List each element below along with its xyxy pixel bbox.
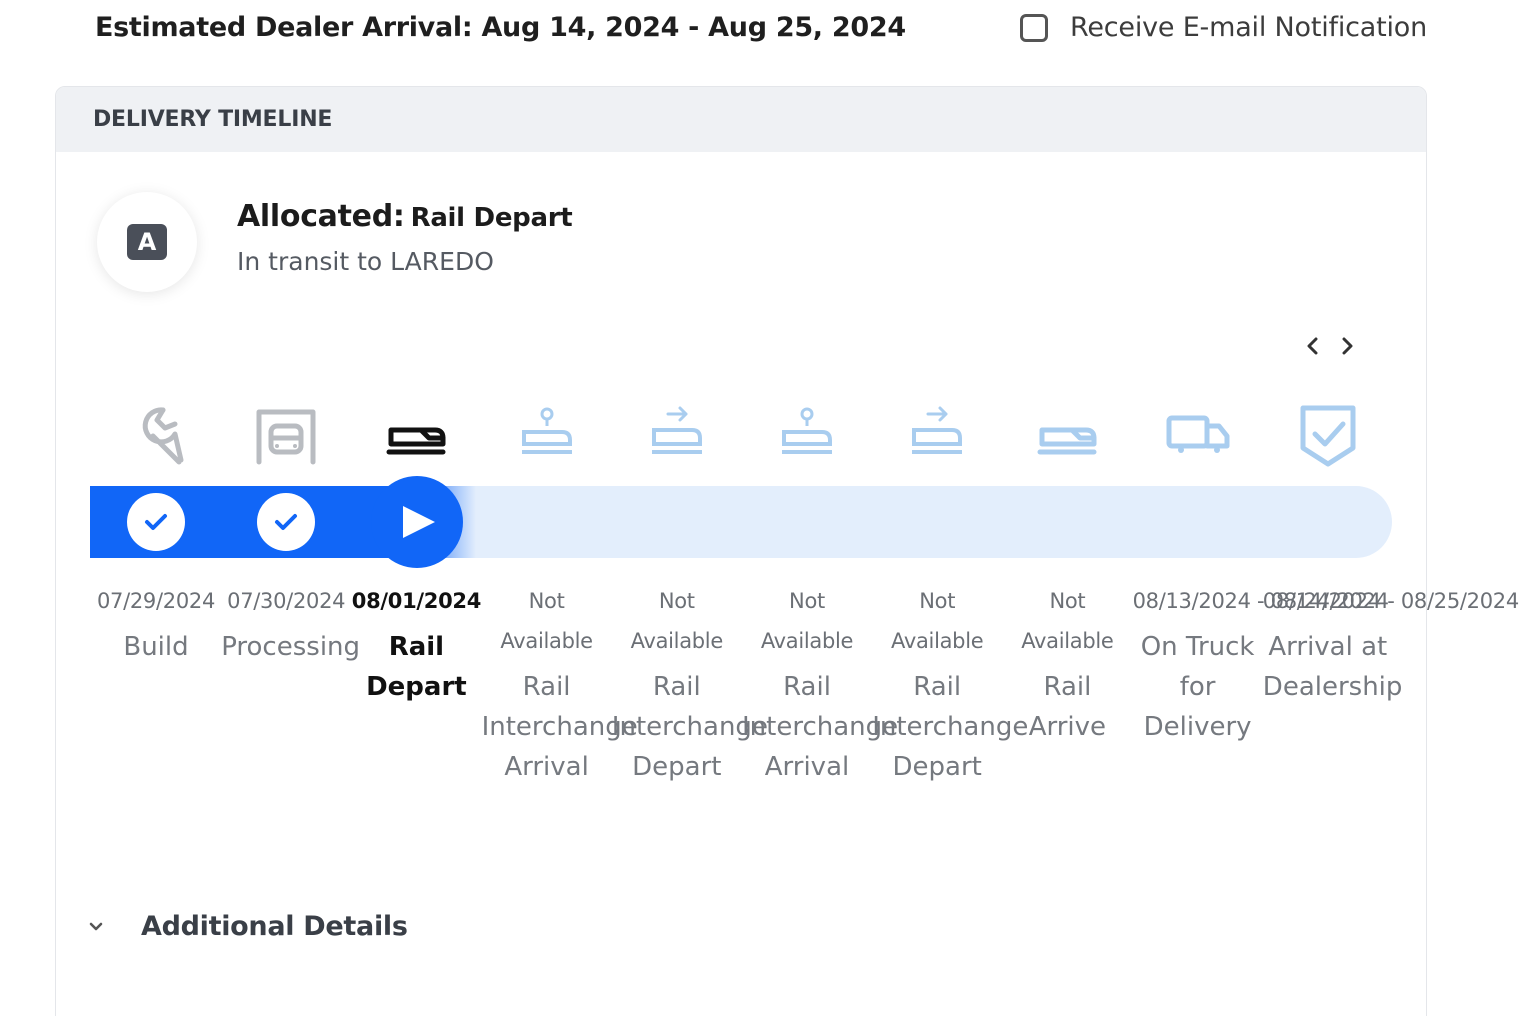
status-title: Allocated: Rail Depart: [237, 199, 573, 234]
estimated-arrival-text: Estimated Dealer Arrival: Aug 14, 2024 -…: [95, 12, 906, 43]
step-complete-check: [257, 493, 316, 551]
step-date: 07/30/2024: [227, 589, 346, 613]
timeline-step: 07/29/2024 Build: [91, 581, 221, 667]
timeline-step: 08/13/2024 - 08/24/2024 On Truck for Deli…: [1132, 581, 1389, 747]
timeline-nav: [1302, 335, 1358, 357]
step-name: Rail Interchange Arrival: [742, 672, 899, 782]
step-name: Build: [123, 632, 189, 662]
train-icon: [381, 400, 451, 470]
timeline-step: 07/30/2024 Processing: [221, 581, 361, 667]
status-value: Rail Depart: [410, 203, 573, 233]
train-pin-icon: [512, 400, 582, 470]
top-bar: Estimated Dealer Arrival: Aug 14, 2024 -…: [0, 0, 1523, 60]
train-pin-icon: [772, 400, 842, 470]
timeline-step: Not Available Rail Arrive: [1002, 581, 1132, 747]
step-date: Not Available: [891, 589, 984, 653]
step-name: Arrival at Dealership: [1262, 632, 1403, 702]
timeline-step: Not Available Rail Interchange Depart: [872, 581, 1029, 787]
step-name: Rail Depart: [366, 632, 467, 702]
check-icon: [145, 514, 167, 530]
step-name: Rail Arrive: [1028, 672, 1107, 742]
train-arrow-icon: [902, 400, 972, 470]
additional-details-toggle[interactable]: Additional Details: [86, 911, 408, 942]
step-date: 08/13/2024 - 08/24/2024: [1132, 589, 1389, 613]
shield-check-icon: [1293, 400, 1363, 470]
step-name: Rail Interchange Arrival: [481, 672, 638, 782]
timeline-step: 08/14/2024 - 08/25/2024 Arrival at Dealer…: [1262, 581, 1519, 707]
email-notification-checkbox[interactable]: [1020, 13, 1048, 42]
chevron-right-icon[interactable]: [1336, 335, 1358, 357]
card-title: DELIVERY TIMELINE: [93, 107, 333, 132]
step-date: Not Available: [500, 589, 593, 653]
step-name: On Truck for Delivery: [1140, 632, 1255, 742]
status-avatar: A: [97, 192, 197, 292]
truck-icon: [1163, 400, 1233, 470]
train-arrow-icon: [642, 400, 712, 470]
timeline-step: Not Available Rail Interchange Arrival: [481, 581, 638, 787]
additional-details-label[interactable]: Additional Details: [141, 911, 408, 942]
step-date: Not Available: [1021, 589, 1114, 653]
step-date: 08/01/2024: [351, 589, 482, 613]
step-date: 08/14/2024 - 08/25/2024: [1262, 589, 1519, 613]
email-notification-toggle[interactable]: Receive E-mail Notification: [1020, 12, 1427, 43]
email-notification-label[interactable]: Receive E-mail Notification: [1070, 12, 1427, 43]
step-current-marker: [371, 476, 464, 568]
check-icon: [275, 514, 298, 530]
step-date: Not Available: [760, 589, 854, 653]
wrench-icon: [121, 400, 191, 470]
step-complete-check: [127, 493, 185, 551]
timeline-step: Not Available Rail Interchange Depart: [611, 581, 768, 787]
timeline-step: Not Available Rail Interchange Arrival: [742, 581, 899, 787]
chevron-down-icon[interactable]: [86, 917, 106, 937]
train-icon: [1032, 400, 1102, 470]
step-date: Not Available: [630, 589, 724, 653]
step-name: Rail Interchange Depart: [872, 672, 1029, 782]
step-name: Rail Interchange Depart: [611, 672, 768, 782]
step-date: 07/29/2024: [96, 589, 216, 613]
step-name: Processing: [221, 632, 361, 662]
chevron-left-icon[interactable]: [1302, 335, 1324, 357]
card-header: DELIVERY TIMELINE: [56, 87, 1426, 152]
status-avatar-letter: A: [127, 224, 167, 260]
status-label: Allocated:: [237, 199, 405, 234]
timeline-step: 08/01/2024 Rail Depart: [351, 581, 482, 707]
status-subtitle: In transit to LAREDO: [237, 247, 494, 276]
garage-icon: [251, 400, 321, 470]
play-icon: [403, 506, 436, 538]
